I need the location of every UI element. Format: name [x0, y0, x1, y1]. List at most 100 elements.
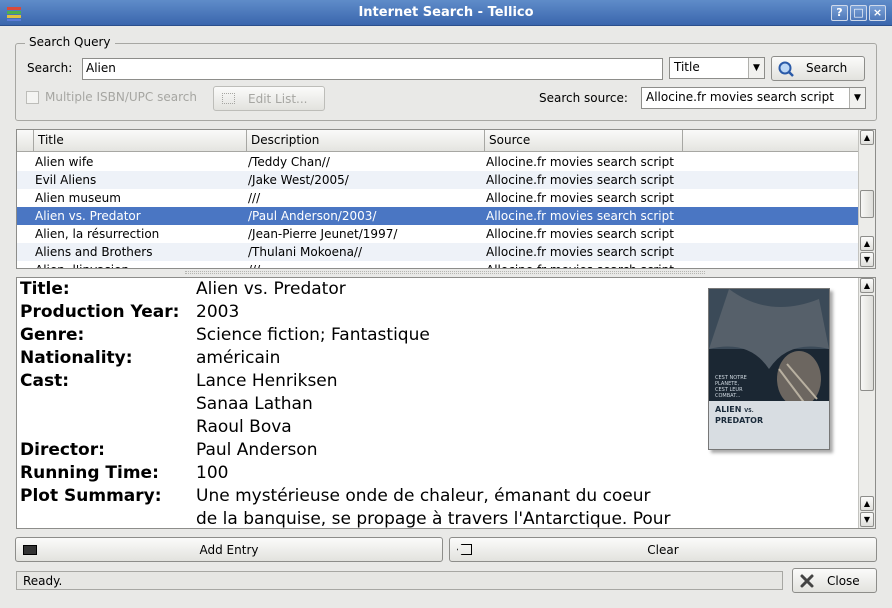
scroll-down-icon[interactable]: ▼ — [860, 512, 874, 527]
results-list[interactable]: Title Description Source Alien wife/Tedd… — [16, 129, 876, 269]
chevron-down-icon: ▼ — [748, 58, 764, 78]
window-titlebar[interactable]: Internet Search - Tellico ? □ × — [0, 0, 892, 26]
poster-artwork — [709, 289, 829, 449]
results-scroll-thumb[interactable] — [860, 190, 874, 218]
search-query-group — [15, 43, 877, 121]
detail-title-label: Title: — [20, 279, 70, 299]
scroll-up-icon[interactable]: ▲ — [860, 236, 874, 251]
detail-running-time-label: Running Time: — [20, 463, 159, 483]
table-row[interactable]: Alien vs. Predator/Paul Anderson/2003/Al… — [17, 207, 858, 225]
cell-title: Alien wife — [35, 155, 94, 169]
chevron-down-icon: ▼ — [849, 88, 865, 108]
column-header-title[interactable]: Title — [34, 130, 247, 152]
maximize-button[interactable]: □ — [850, 5, 867, 21]
clear-label: Clear — [647, 543, 679, 557]
detail-cast-label: Cast: — [20, 371, 69, 391]
cell-description: /Jean-Pierre Jeunet/1997/ — [248, 227, 398, 241]
help-button[interactable]: ? — [831, 5, 848, 21]
search-source-select[interactable]: Allocine.fr movies search script ▼ — [641, 87, 866, 109]
table-row[interactable]: Evil Aliens/Jake West/2005/Allocine.fr m… — [17, 171, 858, 189]
cell-source: Allocine.fr movies search script — [486, 155, 674, 169]
detail-nationality-label: Nationality: — [20, 348, 133, 368]
edit-list-label: Edit List... — [248, 92, 308, 106]
scroll-up-icon[interactable]: ▲ — [860, 496, 874, 511]
search-query-group-label: Search Query — [25, 35, 115, 49]
header-filler — [683, 130, 860, 152]
cell-source: Allocine.fr movies search script — [486, 227, 674, 241]
column-header-description[interactable]: Description — [247, 130, 485, 152]
scroll-up-icon[interactable]: ▲ — [860, 130, 874, 145]
poster-image: CEST NOTRE PLANETE, CEST LEUR COMBAT... … — [708, 288, 830, 450]
detail-scroll-thumb[interactable] — [860, 295, 874, 391]
search-icon — [778, 61, 794, 77]
cell-description: /// — [248, 191, 261, 205]
header-spacer — [17, 130, 34, 152]
pane-splitter[interactable] — [185, 271, 705, 274]
search-label: Search: — [27, 61, 73, 75]
window-title: Internet Search - Tellico — [358, 5, 534, 20]
multiple-isbn-checkbox[interactable] — [26, 91, 39, 104]
list-icon — [222, 93, 235, 104]
cell-source: Allocine.fr movies search script — [486, 209, 674, 223]
detail-year-value: 2003 — [196, 302, 240, 322]
detail-cast-value: Lance Henriksen — [196, 371, 338, 391]
cell-description: /// — [248, 263, 260, 268]
cell-title: Aliens and Brothers — [35, 245, 153, 259]
cell-source: Allocine.fr movies search script — [486, 245, 674, 259]
detail-plot-label: Plot Summary: — [20, 486, 162, 506]
cell-description: /Teddy Chan// — [248, 155, 330, 169]
detail-nationality-value: américain — [196, 348, 281, 368]
table-row[interactable]: Alien, l'invasion /// Allocine.fr movies s… — [17, 261, 858, 268]
clear-button[interactable]: Clear — [449, 537, 877, 562]
cell-source: Allocine.fr movies search script — [486, 173, 674, 187]
search-field-select[interactable]: Title ▼ — [669, 57, 765, 79]
cell-description: /Jake West/2005/ — [248, 173, 349, 187]
detail-genre-label: Genre: — [20, 325, 85, 345]
multiple-isbn-label: Multiple ISBN/UPC search — [45, 90, 197, 104]
cell-description: /Thulani Mokoena// — [248, 245, 363, 259]
detail-title-value: Alien vs. Predator — [196, 279, 346, 299]
cell-title: Alien, l'invasion — [35, 263, 129, 268]
scroll-up-icon[interactable]: ▲ — [860, 278, 874, 293]
status-bar: Ready. — [16, 571, 783, 590]
table-row[interactable]: Aliens and Brothers/Thulani Mokoena// All… — [17, 243, 858, 261]
detail-year-label: Production Year: — [20, 302, 180, 322]
search-button[interactable]: Search — [771, 56, 865, 81]
results-scrollbar[interactable]: ▲ ▲ ▼ — [858, 130, 875, 268]
detail-director-label: Director: — [20, 440, 105, 460]
cell-title: Evil Aliens — [35, 173, 97, 187]
cell-source: Allocine.fr movies search script — [486, 263, 674, 268]
close-window-button[interactable]: × — [869, 5, 886, 21]
detail-running-time-value: 100 — [196, 463, 229, 483]
table-row[interactable]: Alien wife/Teddy Chan// Allocine.fr movie… — [17, 153, 858, 171]
edit-list-button[interactable]: Edit List... — [213, 86, 325, 111]
search-source-value: Allocine.fr movies search script — [646, 90, 834, 104]
detail-director-value: Paul Anderson — [196, 440, 318, 460]
table-row[interactable]: Alien, la résurrection/Jean-Pierre Jeune… — [17, 225, 858, 243]
poster-tagline: CEST NOTRE PLANETE, CEST LEUR COMBAT... — [715, 375, 747, 399]
cell-title: Alien museum — [35, 191, 121, 205]
search-button-label: Search — [806, 61, 848, 75]
search-input[interactable]: Alien — [82, 58, 663, 80]
cell-title: Alien vs. Predator — [35, 209, 141, 223]
detail-plot-line: Une mystérieuse onde de chaleur, émanant… — [196, 486, 651, 506]
detail-genre-value: Science fiction; Fantastique — [196, 325, 430, 345]
detail-plot-line: de la banquise, se propage à travers l'A… — [196, 509, 671, 529]
add-entry-button[interactable]: Add Entry — [15, 537, 443, 562]
close-label: Close — [827, 574, 860, 588]
detail-scrollbar[interactable]: ▲ ▲ ▼ — [858, 278, 875, 528]
table-row[interactable]: Alien museum /// Allocine.fr movies search… — [17, 189, 858, 207]
column-header-source[interactable]: Source — [485, 130, 683, 152]
add-entry-label: Add Entry — [199, 543, 259, 557]
cell-description: /Paul Anderson/2003/ — [248, 209, 377, 223]
close-button[interactable]: Close — [792, 568, 877, 593]
poster-title: ALIEN VS. PREDATOR — [715, 405, 764, 425]
scroll-down-icon[interactable]: ▼ — [860, 252, 874, 267]
search-source-label: Search source: — [539, 91, 628, 105]
entry-detail-view[interactable]: Title: Alien vs. Predator Production Yea… — [16, 277, 876, 529]
close-icon — [800, 574, 814, 588]
search-field-value: Title — [674, 60, 700, 74]
detail-cast-value: Raoul Bova — [196, 417, 292, 437]
cell-source: Allocine.fr movies search script — [486, 191, 674, 205]
cell-title: Alien, la résurrection — [35, 227, 160, 241]
